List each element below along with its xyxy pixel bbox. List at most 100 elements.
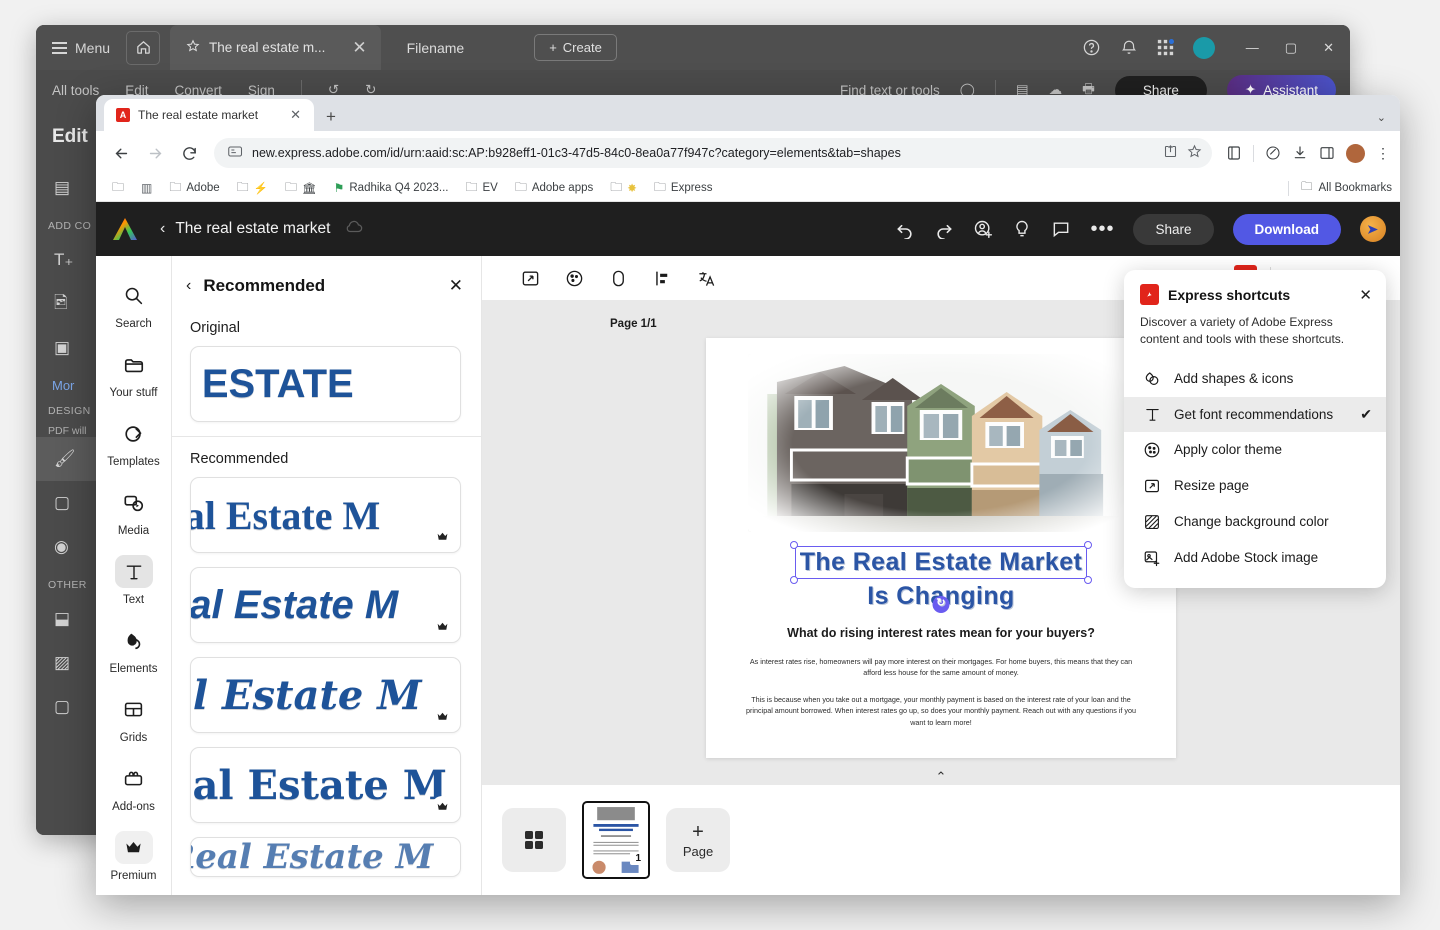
express-user-avatar[interactable]: [1360, 216, 1386, 242]
address-bar[interactable]: new.express.adobe.com/id/urn:aaid:sc:AP:…: [214, 138, 1212, 168]
shortcut-apply-color-theme[interactable]: Apply color theme: [1124, 432, 1386, 468]
express-document-title[interactable]: The real estate market: [175, 220, 330, 238]
help-icon[interactable]: [1082, 38, 1101, 57]
font-card-4[interactable]: eal Estate M: [190, 747, 461, 823]
forward-button[interactable]: [140, 138, 170, 168]
close-window-button[interactable]: ✕: [1323, 40, 1334, 56]
downloads-icon[interactable]: [1292, 145, 1308, 161]
font-card-original[interactable]: L ESTATE: [190, 346, 461, 422]
rail-item-search[interactable]: Search: [96, 270, 171, 339]
shortcut-resize-page[interactable]: Resize page: [1124, 468, 1386, 504]
resize-page-icon[interactable]: [508, 262, 552, 294]
rail-item-elements[interactable]: Elements: [96, 615, 171, 684]
acrobat-create-button[interactable]: + Create: [534, 34, 617, 61]
tab-close-icon[interactable]: ✕: [287, 107, 304, 123]
font-card-3[interactable]: al Estate M: [190, 657, 461, 733]
shortcut-get-font-recommendations[interactable]: Get font recommendations ✔: [1124, 397, 1386, 432]
rail-item-media[interactable]: Media: [96, 477, 171, 546]
bell-icon[interactable]: [1120, 39, 1138, 57]
bookmark-folder-3[interactable]: 🗀🏛: [279, 176, 323, 201]
selection-handle-tl[interactable]: [790, 541, 798, 549]
privacy-shield-icon[interactable]: [1265, 145, 1281, 161]
chrome-menu-icon[interactable]: ⋮: [1376, 145, 1390, 162]
selection-handle-bl[interactable]: [790, 576, 798, 584]
app-grid-icon[interactable]: [1157, 39, 1174, 56]
folder-icon: 🗀: [112, 178, 124, 199]
document-paragraph-2[interactable]: This is because when you take out a mort…: [740, 694, 1142, 727]
share-page-icon[interactable]: [1163, 144, 1178, 162]
acrobat-avatar[interactable]: [1193, 37, 1215, 59]
translate-icon[interactable]: [684, 262, 728, 294]
undo-icon[interactable]: [895, 219, 915, 239]
document-heading[interactable]: The Real Estate Market ↻ Is Changing: [740, 546, 1142, 611]
bookmark-adobe-apps[interactable]: 🗀Adobe apps: [509, 176, 599, 201]
adobe-express-logo-icon[interactable]: [110, 216, 140, 242]
font-card-5[interactable]: Real Estate M: [190, 837, 461, 877]
panel-close-icon[interactable]: ✕: [449, 276, 463, 296]
rail-item-add-ons[interactable]: Add-ons: [96, 753, 171, 822]
collapse-chevron-icon[interactable]: ⌃: [936, 769, 947, 785]
shortcuts-close-icon[interactable]: ✕: [1359, 286, 1372, 304]
document-subheading[interactable]: What do rising interest rates mean for y…: [740, 626, 1142, 640]
extensions-panel-icon[interactable]: [1319, 145, 1335, 161]
bookmark-folder-2[interactable]: 🗀⚡: [231, 176, 274, 201]
selected-text-box[interactable]: The Real Estate Market ↻: [795, 546, 1088, 579]
add-page-button[interactable]: + Page: [666, 808, 730, 872]
rail-item-your-stuff[interactable]: Your stuff: [96, 339, 171, 408]
rotate-handle-icon[interactable]: ↻: [933, 596, 950, 613]
all-tools-button[interactable]: All tools: [52, 83, 99, 98]
bookmark-adobe[interactable]: 🗀Adobe: [163, 176, 225, 201]
selection-handle-tr[interactable]: [1084, 541, 1092, 549]
font-card-2[interactable]: eal Estate M: [190, 567, 461, 643]
lightbulb-tips-icon[interactable]: [1012, 219, 1032, 239]
all-bookmarks-button[interactable]: 🗀 All Bookmarks: [1288, 179, 1392, 198]
bank-icon: 🏛: [302, 181, 317, 195]
express-download-button[interactable]: Download: [1233, 214, 1342, 245]
acrobat-document-tab[interactable]: The real estate m... ✕: [170, 25, 381, 70]
reload-button[interactable]: [174, 138, 204, 168]
bookmark-radhika[interactable]: ⚑Radhika Q4 2023...: [328, 179, 455, 197]
minimize-button[interactable]: —: [1246, 40, 1259, 55]
font-card-1[interactable]: eal Estate M: [190, 477, 461, 553]
maximize-button[interactable]: ▢: [1285, 40, 1297, 56]
back-chevron-icon[interactable]: ‹: [156, 220, 175, 238]
bookmark-star-icon[interactable]: [1187, 144, 1202, 162]
grid-view-button[interactable]: [502, 808, 566, 872]
close-icon[interactable]: ✕: [352, 38, 366, 58]
back-button[interactable]: [106, 138, 136, 168]
rail-item-premium[interactable]: Premium: [96, 822, 171, 891]
invite-collaborator-icon[interactable]: [973, 219, 993, 239]
site-settings-icon[interactable]: [228, 145, 243, 161]
shortcut-add-shapes-icons[interactable]: Add shapes & icons: [1124, 361, 1386, 397]
panel-back-icon[interactable]: ‹: [186, 277, 203, 295]
home-icon[interactable]: [126, 31, 160, 65]
bookmark-item[interactable]: ▥: [135, 179, 158, 197]
bookmark-folder-4[interactable]: 🗀✸: [604, 176, 643, 201]
rail-item-templates[interactable]: Templates: [96, 408, 171, 477]
chevron-down-icon[interactable]: ⌄: [1377, 111, 1386, 124]
shortcut-change-background-color[interactable]: Change background color: [1124, 504, 1386, 540]
document-paragraph-1[interactable]: As interest rates rise, homeowners will …: [740, 656, 1142, 678]
document-page[interactable]: The Real Estate Market ↻ Is Changing Wha…: [706, 338, 1176, 758]
more-options-icon[interactable]: •••: [1090, 218, 1114, 241]
bookmark-ev[interactable]: 🗀EV: [459, 176, 503, 201]
acrobat-menu-button[interactable]: Menu: [36, 40, 122, 56]
bookmark-express[interactable]: 🗀Express: [648, 176, 719, 201]
shape-icon[interactable]: [596, 262, 640, 294]
chrome-profile-avatar[interactable]: [1346, 144, 1365, 163]
townhouses-photo[interactable]: [748, 354, 1134, 532]
selection-handle-br[interactable]: [1084, 576, 1092, 584]
align-icon[interactable]: [640, 262, 684, 294]
express-share-button[interactable]: Share: [1133, 214, 1213, 245]
bookmark-folder[interactable]: 🗀: [106, 176, 130, 201]
color-theme-icon[interactable]: [552, 262, 596, 294]
new-tab-button[interactable]: +: [326, 108, 336, 125]
side-panel-toggle-icon[interactable]: [1226, 145, 1242, 161]
comments-icon[interactable]: [1051, 219, 1071, 239]
page-thumbnail[interactable]: 1: [582, 801, 650, 879]
redo-icon[interactable]: [934, 219, 954, 239]
rail-item-grids[interactable]: Grids: [96, 684, 171, 753]
rail-item-text[interactable]: Text: [96, 546, 171, 615]
shortcut-add-adobe-stock-image[interactable]: Add Adobe Stock image: [1124, 540, 1386, 576]
browser-tab[interactable]: A The real estate market ✕: [104, 99, 314, 131]
